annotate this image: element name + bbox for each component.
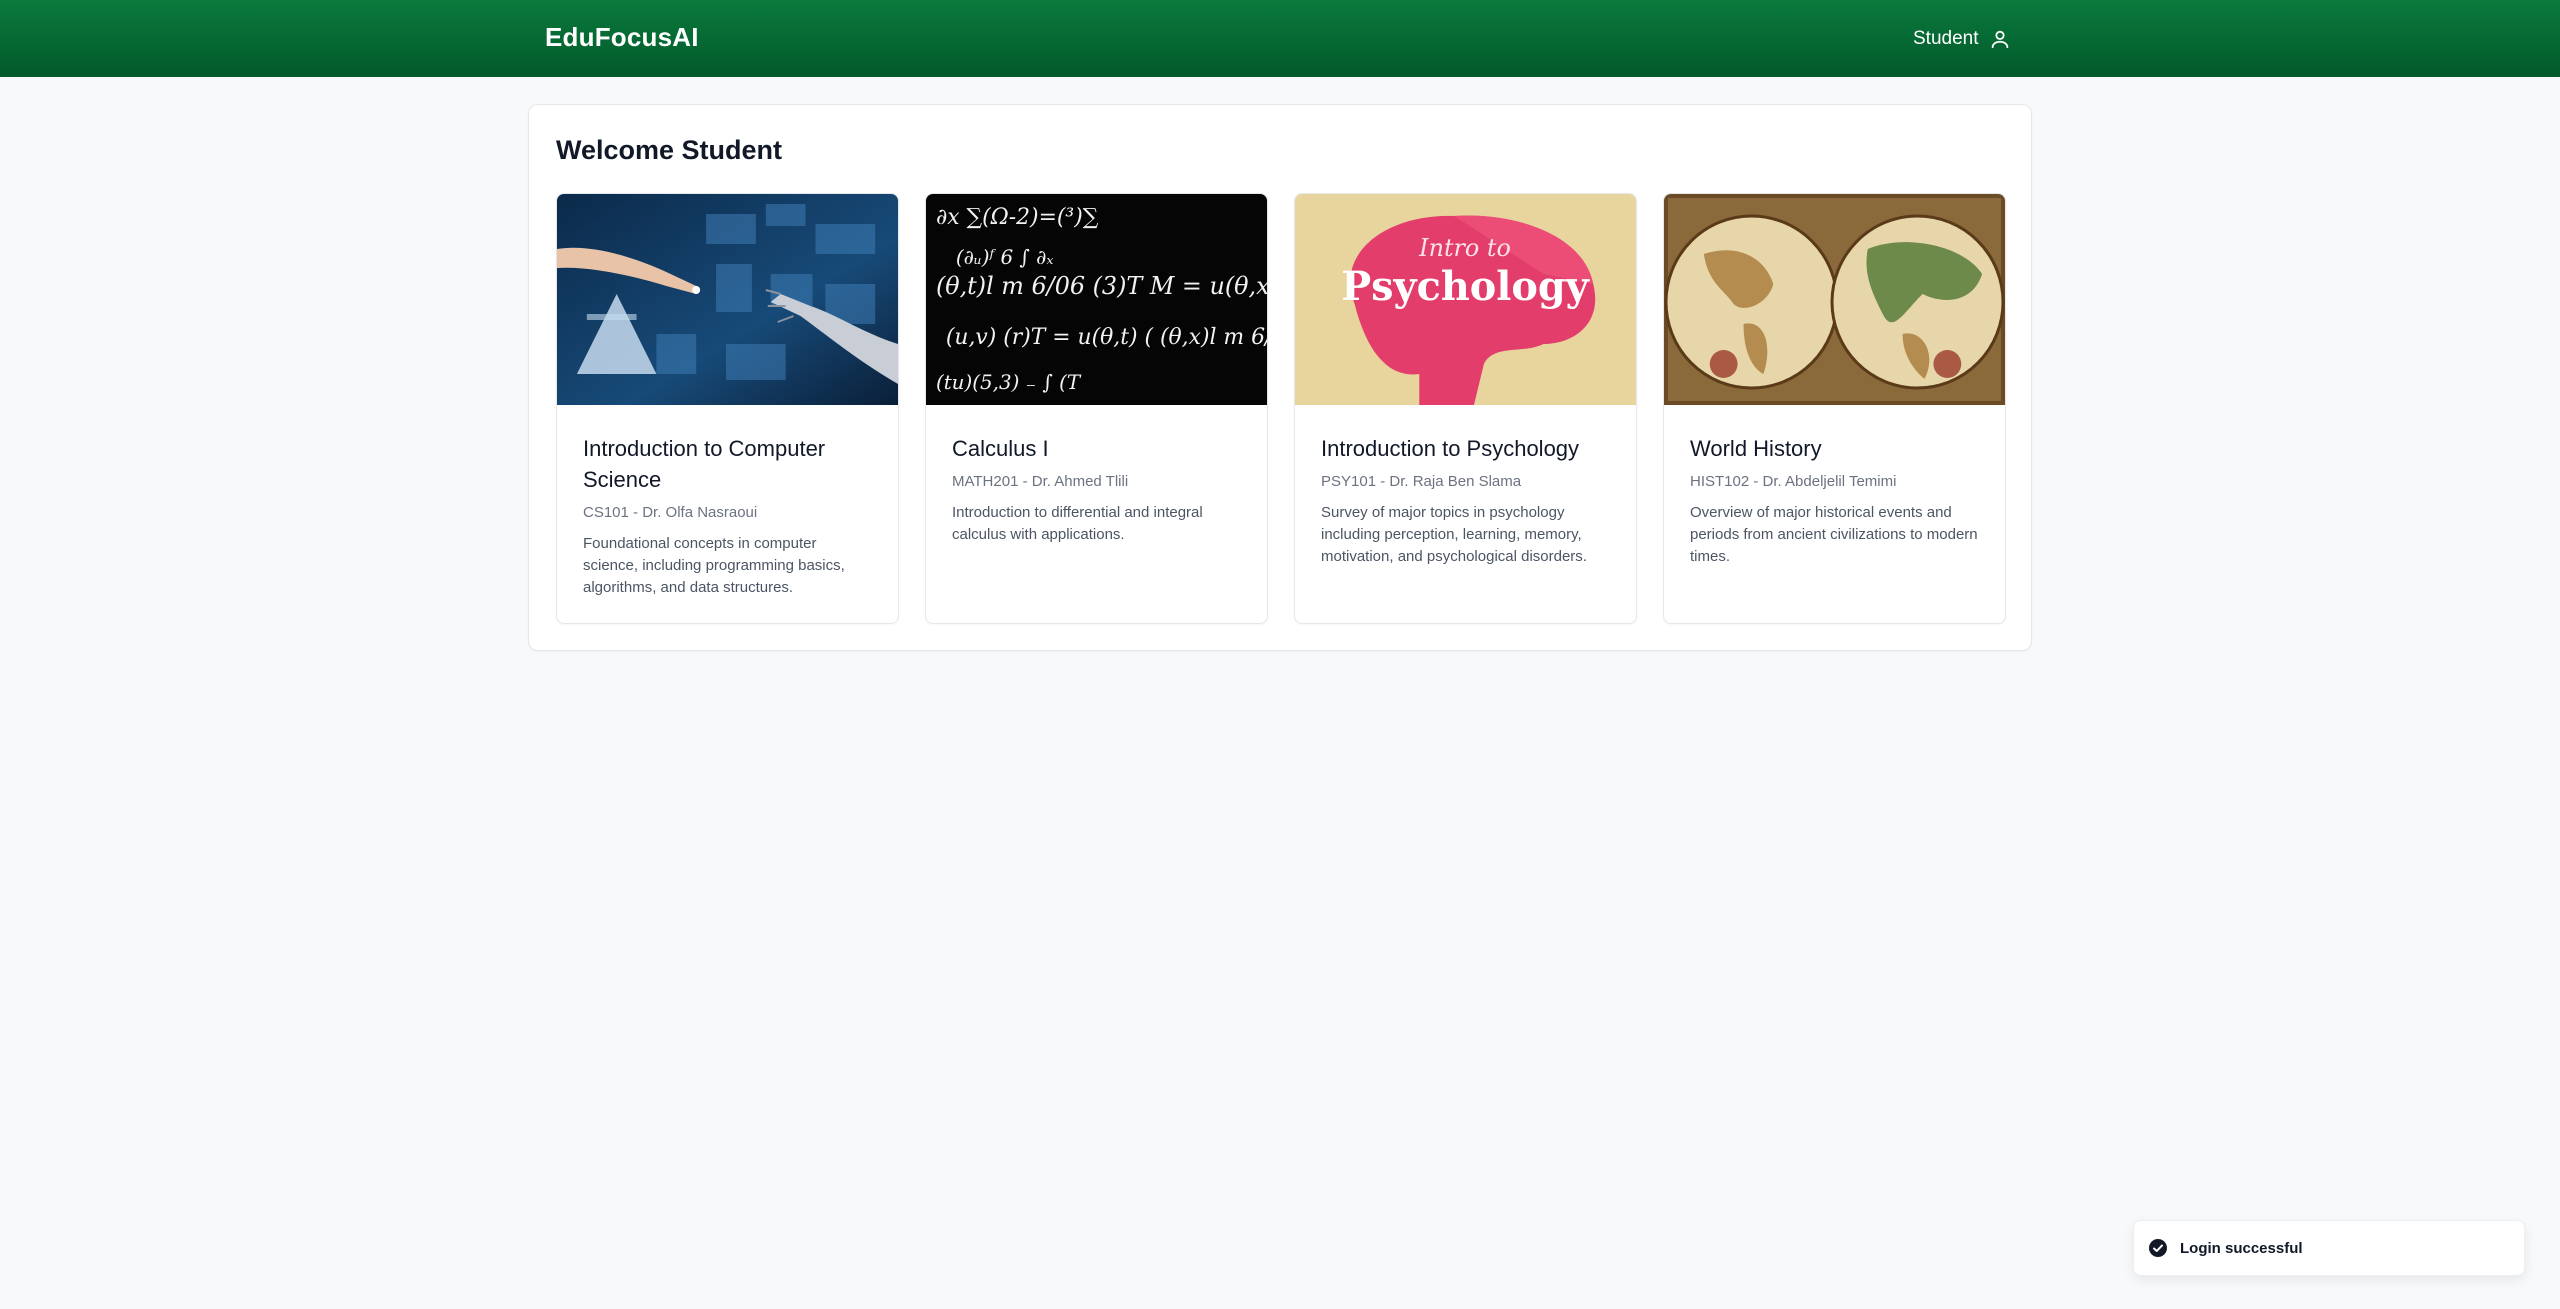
- svg-text:(θ,t)l m 6/06 (3)T M = u(θ,x)l: (θ,t)l m 6/06 (3)T M = u(θ,x)l 6/06: [936, 272, 1267, 300]
- course-title: Introduction to Psychology: [1321, 436, 1580, 461]
- course-description: Overview of major historical events and …: [1690, 504, 1978, 565]
- course-image-psy101: Intro to Psychology: [1295, 194, 1636, 405]
- intro-to-text: Intro to: [1418, 234, 1511, 262]
- course-code-instructor: HIST102 - Dr. Abdeljelil Temimi: [1690, 473, 1897, 490]
- course-title: World History: [1690, 436, 1822, 461]
- course-image-math201: ∂x ∑(Ω-2)=(³)∑ (∂ᵤ)ᶠ 6 ∫ ∂ₓ (θ,t)l m 6/0…: [926, 194, 1267, 405]
- check-circle-icon: [2149, 1239, 2167, 1257]
- course-code-instructor: MATH201 - Dr. Ahmed Tlili: [952, 473, 1129, 490]
- svg-text:(u,v) (r)T = u(θ,t) ( (θ,x)l: (u,v) (r)T = u(θ,t) ( (θ,x)l m 6/06: [946, 325, 1267, 350]
- course-card-math201[interactable]: ∂x ∑(Ω-2)=(³)∑ (∂ᵤ)ᶠ 6 ∫ ∂ₓ (θ,t)l m 6/0…: [925, 193, 1268, 624]
- page-title: Welcome Student: [556, 135, 783, 165]
- course-title: Introduction to Computer Science: [583, 436, 826, 492]
- login-toast[interactable]: Login successful: [2133, 1220, 2525, 1276]
- course-image-hist102: [1664, 194, 2005, 405]
- toast-message: Login successful: [2180, 1239, 2303, 1257]
- svg-text:∂x ∑(Ω-2)=(³)∑: ∂x ∑(Ω-2)=(³)∑: [936, 205, 1099, 230]
- course-description: Introduction to differential and integra…: [952, 504, 1203, 543]
- svg-text:(tu)(5,3) ₋ ∫ (T: (tu)(5,3) ₋ ∫ (T: [936, 370, 1082, 394]
- user-menu-label: Student: [1913, 28, 1979, 49]
- brand-logo-text[interactable]: EduFocusAI: [545, 22, 699, 53]
- course-card-hist102[interactable]: World History HIST102 - Dr. Abdeljelil T…: [1663, 193, 2006, 624]
- course-image-cs101: [557, 194, 898, 405]
- course-code-instructor: CS101 - Dr. Olfa Nasraoui: [583, 504, 758, 521]
- course-code-instructor: PSY101 - Dr. Raja Ben Slama: [1321, 473, 1522, 490]
- course-card-cs101[interactable]: Introduction to Computer Science CS101 -…: [556, 193, 899, 624]
- course-description: Survey of major topics in psychology inc…: [1321, 504, 1587, 565]
- course-title: Calculus I: [952, 436, 1049, 461]
- top-navbar: EduFocusAI Student: [0, 0, 2560, 77]
- user-menu-button[interactable]: Student: [1913, 25, 2011, 53]
- user-icon: [1991, 30, 2008, 49]
- svg-text:(∂ᵤ)ᶠ 6 ∫ ∂ₓ: (∂ᵤ)ᶠ 6 ∫ ∂ₓ: [956, 245, 1054, 269]
- courses-panel: Welcome Student Introduction to Computer…: [528, 104, 2032, 651]
- course-card-psy101[interactable]: Intro to Psychology Introduction to Psyc…: [1294, 193, 1637, 624]
- psychology-banner-text: Psychology: [1341, 264, 1590, 310]
- course-description: Foundational concepts in computer scienc…: [583, 535, 845, 596]
